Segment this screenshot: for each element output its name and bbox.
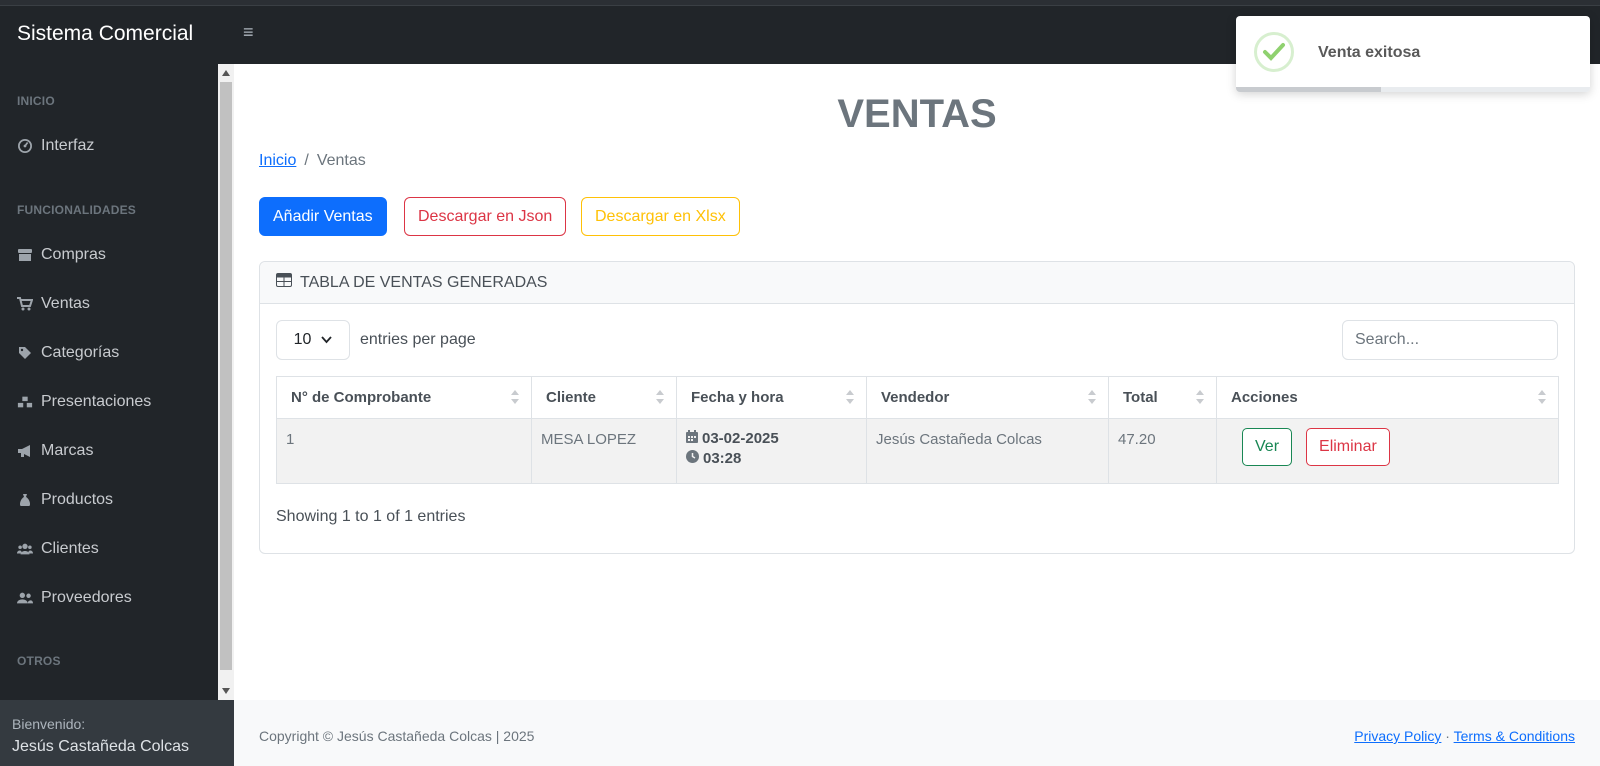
card-header: TABLA DE VENTAS GENERADAS	[260, 262, 1574, 304]
sales-table: N° de Comprobante Cliente Fecha y hora V…	[276, 376, 1559, 484]
clock-icon	[686, 447, 699, 471]
breadcrumb: Inicio / Ventas	[259, 152, 366, 170]
welcome-label: Bienvenido:	[12, 716, 86, 732]
main-content: VENTAS Inicio / Ventas Añadir Ventas Desca…	[234, 64, 1600, 700]
sidebar-footer: Bienvenido: Jesús Castañeda Colcas	[0, 700, 234, 766]
column-header-fecha[interactable]: Fecha y hora	[676, 376, 867, 419]
sidebar-item-label: Productos	[41, 491, 114, 508]
cell-vendedor: Jesús Castañeda Colcas	[866, 418, 1109, 484]
entries-select[interactable]: 10	[276, 320, 350, 360]
sidebar-item-proveedores[interactable]: Proveedores	[17, 589, 132, 607]
cell-cliente: MESA LOPEZ	[531, 418, 677, 484]
table-info: Showing 1 to 1 of 1 entries	[276, 508, 466, 525]
page-footer: Copyright © Jesús Castañeda Colcas | 202…	[234, 700, 1600, 766]
users-icon	[17, 542, 33, 556]
sidebar-item-label: Proveedores	[41, 589, 132, 606]
sidebar-item-marcas[interactable]: Marcas	[17, 442, 93, 460]
table-icon	[276, 273, 292, 292]
cell-fecha-hora: 03-02-2025 03:28	[676, 418, 867, 484]
entries-label: entries per page	[360, 331, 476, 348]
user-group-icon	[17, 591, 33, 605]
cell-acciones: Ver Eliminar	[1216, 418, 1559, 484]
breadcrumb-home-link[interactable]: Inicio	[259, 152, 296, 169]
sort-icon	[1088, 390, 1096, 406]
add-sale-button[interactable]: Añadir Ventas	[259, 197, 387, 236]
sidebar-item-label: Categorías	[41, 344, 120, 361]
sort-icon	[511, 390, 519, 406]
sidebar-item-label: Presentaciones	[41, 393, 152, 410]
download-json-button[interactable]: Descargar en Json	[404, 197, 567, 236]
sidebar-item-clientes[interactable]: Clientes	[17, 540, 99, 558]
success-toast[interactable]: Venta exitosa	[1236, 16, 1590, 92]
sidebar-item-label: Compras	[41, 246, 106, 263]
column-header-comprobante[interactable]: N° de Comprobante	[276, 376, 532, 419]
download-xlsx-button[interactable]: Descargar en Xlsx	[581, 197, 740, 236]
card-title: TABLA DE VENTAS GENERADAS	[300, 273, 548, 291]
check-circle-icon	[1254, 32, 1294, 72]
page-title: VENTAS	[837, 92, 997, 136]
tag-icon	[17, 346, 33, 360]
sidebar-scrollbar[interactable]	[218, 64, 234, 700]
breadcrumb-separator: /	[304, 152, 309, 169]
breadcrumb-current: Ventas	[316, 152, 366, 169]
bullhorn-icon	[17, 444, 33, 458]
privacy-policy-link[interactable]: Privacy Policy	[1354, 728, 1441, 744]
sidebar-heading-funcionalidades: FUNCIONALIDADES	[17, 203, 136, 217]
column-header-total[interactable]: Total	[1108, 376, 1217, 419]
sidebar-heading-otros: OTROS	[17, 654, 61, 668]
view-button[interactable]: Ver	[1242, 428, 1293, 466]
entries-per-page: 10 entries per page	[276, 320, 476, 360]
sidebar-item-label: Ventas	[41, 295, 90, 312]
sidebar-item-presentaciones[interactable]: Presentaciones	[17, 393, 151, 411]
entries-select-value: 10	[293, 331, 312, 348]
footer-links: Privacy Policy · Terms & Conditions	[1354, 728, 1575, 744]
sidebar-item-label: Clientes	[41, 540, 99, 557]
cell-comprobante: 1	[276, 418, 532, 484]
search-input[interactable]	[1342, 320, 1558, 360]
toast-progress-fill	[1236, 87, 1382, 92]
sort-icon	[1196, 390, 1204, 406]
sidebar-item-productos[interactable]: Productos	[17, 491, 113, 509]
table-row: 1 MESA LOPEZ 03-02-2025 03:28 Jesús Cast…	[276, 418, 1559, 484]
menu-toggle-icon[interactable]: ≡	[243, 22, 254, 43]
column-header-acciones[interactable]: Acciones	[1216, 376, 1559, 419]
sidebar-item-ventas[interactable]: Ventas	[17, 295, 90, 313]
column-header-cliente[interactable]: Cliente	[531, 376, 677, 419]
delete-button[interactable]: Eliminar	[1306, 428, 1390, 466]
gauge-icon	[17, 139, 33, 153]
sidebar-heading-inicio: INICIO	[17, 94, 55, 108]
toast-message: Venta exitosa	[1318, 44, 1421, 61]
sale-time: 03:28	[703, 450, 742, 467]
sidebar-item-label: Marcas	[41, 442, 94, 459]
footer-separator: ·	[1445, 728, 1450, 744]
app-brand[interactable]: Sistema Comercial	[17, 22, 193, 46]
sidebar-item-interfaz[interactable]: Interfaz	[17, 137, 94, 155]
current-user-name: Jesús Castañeda Colcas	[12, 738, 189, 755]
scroll-up-icon[interactable]	[222, 70, 230, 76]
cart-icon	[17, 297, 33, 311]
sidebar: INICIO Interfaz FUNCIONALIDADES Compras …	[0, 64, 218, 700]
toast-progress-bar	[1236, 87, 1590, 92]
sidebar-item-categorias[interactable]: Categorías	[17, 344, 119, 362]
sort-icon	[846, 390, 854, 406]
terms-link[interactable]: Terms & Conditions	[1454, 728, 1575, 744]
column-header-vendedor[interactable]: Vendedor	[866, 376, 1109, 419]
money-bag-icon	[17, 493, 33, 507]
boxes-icon	[17, 395, 33, 409]
sort-icon	[1538, 390, 1546, 406]
sales-table-card: TABLA DE VENTAS GENERADAS 10 entries per…	[259, 261, 1575, 554]
sort-icon	[656, 390, 664, 406]
sidebar-item-label: Interfaz	[41, 137, 95, 154]
sidebar-item-compras[interactable]: Compras	[17, 246, 106, 264]
cell-total: 47.20	[1108, 418, 1217, 484]
chevron-down-icon	[321, 331, 333, 349]
scroll-down-icon[interactable]	[222, 688, 230, 694]
store-icon	[17, 248, 33, 262]
copyright-text: Copyright © Jesús Castañeda Colcas | 202…	[259, 728, 535, 744]
scrollbar-thumb[interactable]	[220, 82, 232, 670]
